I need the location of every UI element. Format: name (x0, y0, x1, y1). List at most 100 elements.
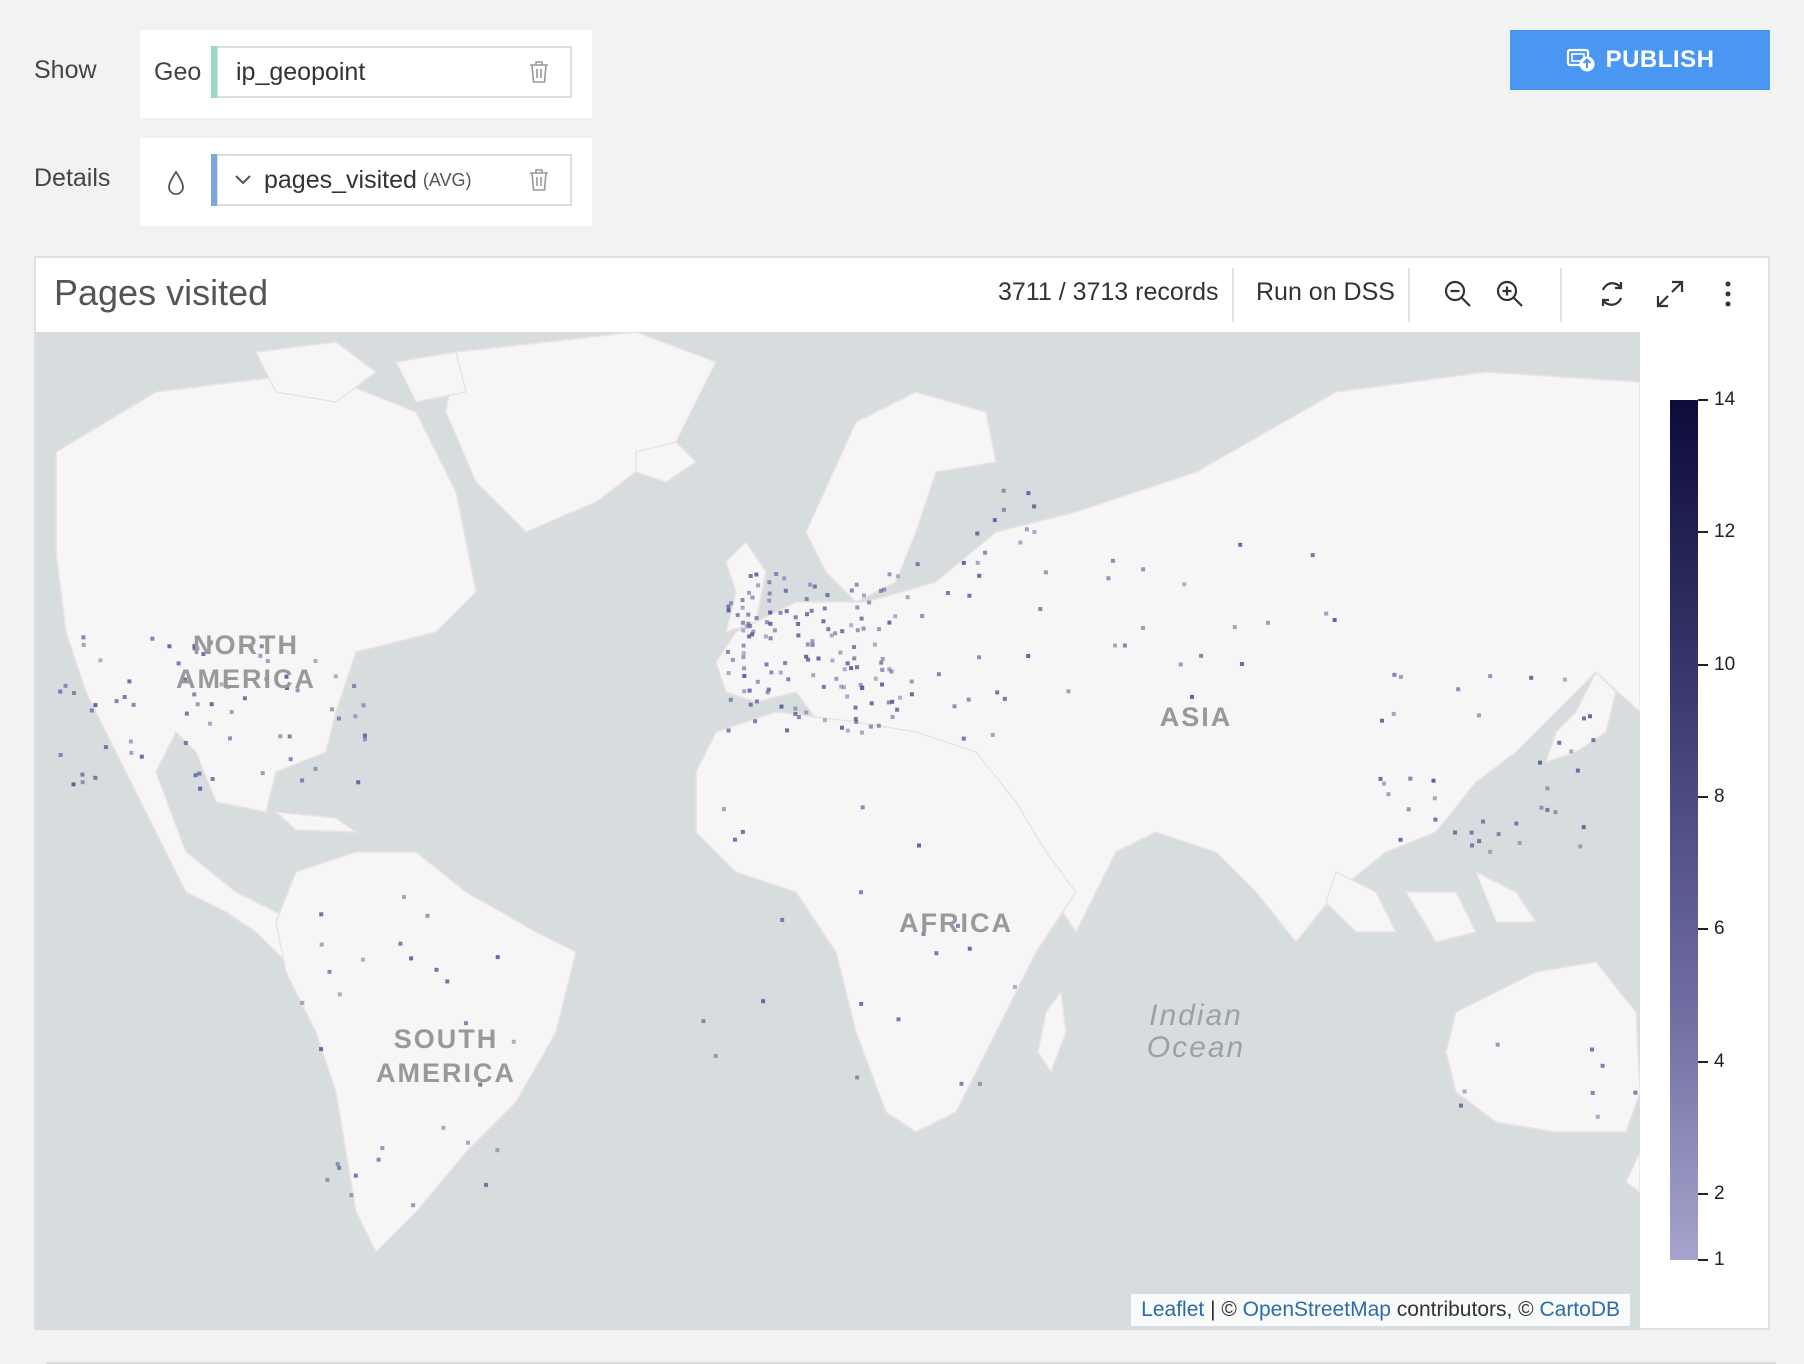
map-data-point (58, 689, 63, 694)
map-data-point (445, 979, 450, 984)
map-data-point (767, 591, 772, 596)
map-data-point (905, 595, 910, 600)
map-data-point (785, 728, 789, 733)
trash-icon[interactable] (528, 60, 550, 84)
details-aggregation: (AVG) (422, 169, 472, 190)
map-data-point (1578, 844, 1583, 849)
map-data-point (805, 642, 810, 647)
geo-field-pill[interactable]: ip_geopoint (211, 46, 572, 98)
map-data-point (1398, 837, 1403, 842)
map-data-point (353, 1173, 358, 1178)
map-data-point (774, 572, 779, 576)
map-data-point (816, 656, 821, 661)
zoom-out-icon[interactable] (1442, 278, 1474, 310)
openstreetmap-link[interactable]: OpenStreetMap (1243, 1298, 1391, 1321)
map-data-point (376, 1157, 381, 1162)
map-data-point (58, 753, 63, 757)
map-data-point (767, 598, 772, 603)
map-data-point (992, 518, 997, 523)
map-data-point (977, 1081, 982, 1086)
chevron-down-icon[interactable] (234, 174, 252, 186)
map-data-point (879, 660, 884, 665)
map-data-point (1588, 714, 1592, 719)
map-data-point (822, 606, 827, 611)
map-data-point (859, 730, 864, 735)
world-map[interactable]: NORTH AMERICA SOUTH AMERICA AFRICA ASIA … (36, 332, 1640, 1330)
details-well: pages_visited (AVG) (140, 138, 592, 226)
map-data-point (895, 707, 900, 712)
map-data-point (1633, 1090, 1638, 1095)
map-data-point (786, 677, 791, 682)
map-data-point (742, 666, 747, 671)
map-data-point (898, 695, 903, 700)
map-data-point (278, 734, 283, 739)
details-field-pill[interactable]: pages_visited (AVG) (211, 154, 572, 206)
map-data-point (1391, 711, 1396, 716)
map-data-point (747, 590, 751, 595)
trash-icon[interactable] (528, 168, 550, 192)
fullscreen-icon[interactable] (1654, 278, 1686, 310)
details-field-name: pages_visited (264, 165, 417, 194)
map-data-point (1190, 694, 1194, 699)
map-data-point (854, 582, 859, 587)
refresh-icon[interactable] (1596, 278, 1628, 310)
map-data-point (193, 773, 198, 778)
map-data-point (887, 572, 892, 577)
leaflet-link[interactable]: Leaflet (1141, 1298, 1204, 1321)
toolbar-separator (1232, 268, 1234, 322)
map-data-point (361, 957, 365, 962)
run-on-dss-button[interactable]: Run on DSS (1256, 278, 1395, 307)
map-data-point (287, 734, 292, 739)
show-well: Geo ip_geopoint (140, 30, 592, 118)
legend-tick (1698, 1060, 1708, 1063)
more-icon[interactable] (1712, 278, 1744, 310)
map-data-point (1106, 576, 1111, 581)
map-data-point (434, 967, 439, 972)
map-data-point (967, 946, 972, 951)
data-points-layer (58, 488, 1638, 1208)
map-data-point (1178, 662, 1183, 667)
map-data-point (896, 1017, 901, 1022)
zoom-in-icon[interactable] (1494, 278, 1526, 310)
map-data-point (834, 676, 839, 681)
map-data-point (380, 1146, 385, 1151)
map-data-point (741, 628, 746, 633)
map-data-point (713, 1053, 718, 1058)
map-data-point (855, 1075, 860, 1080)
map-data-point (840, 629, 845, 634)
map-data-point (804, 597, 809, 602)
map-data-point (845, 661, 850, 666)
map-data-point (1392, 672, 1397, 677)
map-data-point (809, 608, 814, 613)
map-data-point (1469, 830, 1474, 835)
map-data-point (838, 650, 843, 655)
geo-label: Geo (154, 58, 202, 86)
map-data-point (849, 588, 854, 593)
geo-field-color-bar (211, 46, 217, 98)
map-data-point (890, 715, 895, 719)
map-data-point (754, 572, 759, 577)
map-data-point (859, 616, 864, 621)
map-data-point (747, 688, 752, 693)
map-data-point (755, 679, 760, 684)
map-attribution: Leaflet | © OpenStreetMap contributors, … (1131, 1294, 1630, 1326)
map-data-point (945, 591, 950, 595)
map-data-point (327, 969, 332, 974)
map-data-point (1113, 643, 1117, 648)
cartodb-link[interactable]: CartoDB (1539, 1298, 1620, 1321)
map-data-point (1266, 620, 1270, 625)
map-data-point (363, 737, 367, 742)
map-data-point (411, 1203, 416, 1208)
continent-label-africa: AFRICA (899, 908, 1013, 938)
map-data-point (1199, 653, 1204, 658)
map-data-point (1539, 805, 1544, 810)
map-data-point (768, 610, 773, 615)
map-data-point (1590, 1090, 1595, 1095)
map-data-point (796, 622, 801, 626)
map-data-point (822, 718, 827, 723)
legend-tick-label: 12 (1714, 521, 1736, 543)
publish-button[interactable]: PUBLISH (1510, 30, 1770, 90)
drop-icon[interactable] (166, 170, 186, 196)
map-data-point (862, 593, 866, 598)
map-data-point (961, 560, 966, 565)
